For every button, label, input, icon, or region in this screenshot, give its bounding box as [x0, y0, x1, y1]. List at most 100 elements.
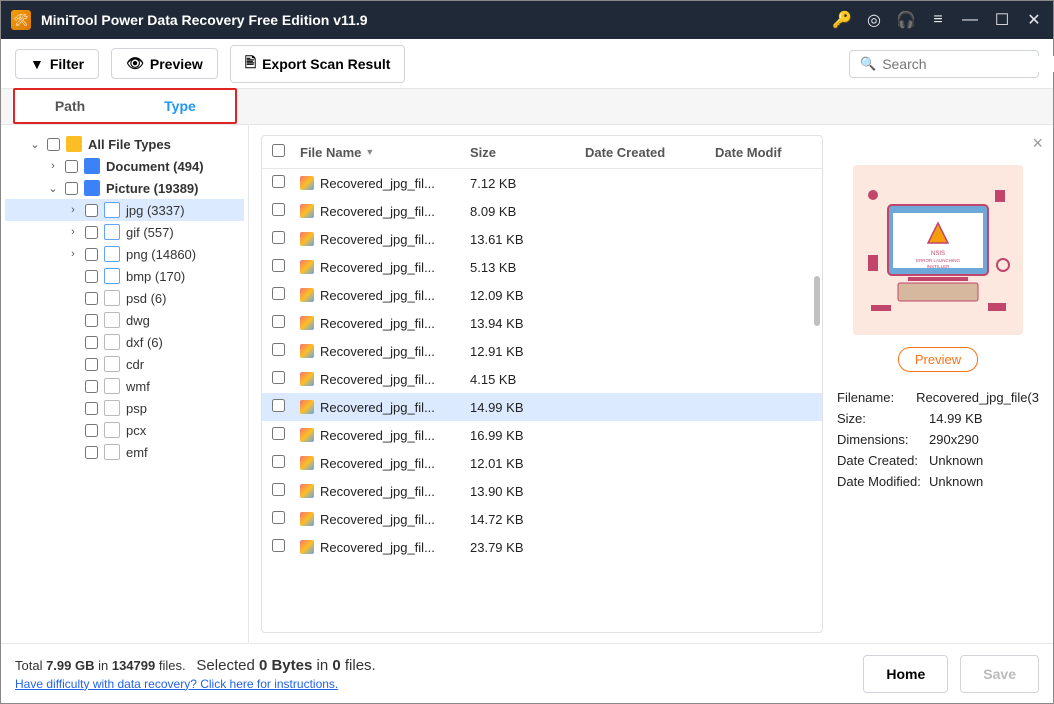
row-checkbox[interactable] — [272, 203, 285, 216]
row-checkbox[interactable] — [272, 539, 285, 552]
row-checkbox[interactable] — [272, 399, 285, 412]
file-row[interactable]: Recovered_jpg_fil...13.90 KB — [262, 477, 822, 505]
tree-checkbox[interactable] — [85, 336, 98, 349]
tree-gif[interactable]: › gif (557) — [5, 221, 244, 243]
tree-checkbox[interactable] — [85, 248, 98, 261]
row-checkbox[interactable] — [272, 483, 285, 496]
row-checkbox[interactable] — [272, 315, 285, 328]
search-input[interactable] — [882, 56, 1054, 72]
tree-checkbox[interactable] — [85, 204, 98, 217]
scrollbar-thumb[interactable] — [814, 276, 820, 326]
export-label: Export Scan Result — [262, 56, 390, 72]
tree-psp[interactable]: psp — [5, 397, 244, 419]
menu-icon[interactable]: ≡ — [929, 11, 947, 29]
chevron-right-icon[interactable]: › — [47, 160, 59, 172]
preview-open-button[interactable]: Preview — [898, 347, 978, 372]
jpg-icon — [300, 344, 314, 358]
meta-size: Size: 14.99 KB — [837, 411, 1039, 426]
tab-path[interactable]: Path — [15, 90, 125, 122]
row-checkbox[interactable] — [272, 343, 285, 356]
disc-icon[interactable]: ◎ — [865, 11, 883, 29]
file-row[interactable]: Recovered_jpg_fil...4.15 KB — [262, 365, 822, 393]
tree-dxf[interactable]: dxf (6) — [5, 331, 244, 353]
tree-checkbox[interactable] — [85, 402, 98, 415]
jpg-icon — [300, 204, 314, 218]
tree-checkbox[interactable] — [85, 446, 98, 459]
file-row[interactable]: Recovered_jpg_fil...12.09 KB — [262, 281, 822, 309]
tree-checkbox[interactable] — [85, 226, 98, 239]
file-row[interactable]: Recovered_jpg_fil...8.09 KB — [262, 197, 822, 225]
col-date-created[interactable]: Date Created — [585, 145, 715, 160]
tree-psd[interactable]: psd (6) — [5, 287, 244, 309]
chevron-right-icon[interactable]: › — [67, 226, 79, 238]
file-row[interactable]: Recovered_jpg_fil...14.72 KB — [262, 505, 822, 533]
status-text: Total 7.99 GB in 134799 files. Selected … — [15, 657, 376, 691]
close-button[interactable]: ✕ — [1025, 11, 1043, 29]
row-checkbox[interactable] — [272, 371, 285, 384]
select-all-checkbox[interactable] — [272, 144, 285, 157]
file-row[interactable]: Recovered_jpg_fil...5.13 KB — [262, 253, 822, 281]
file-row[interactable]: Recovered_jpg_fil...7.12 KB — [262, 169, 822, 197]
help-link[interactable]: Have difficulty with data recovery? Clic… — [15, 677, 338, 691]
chevron-down-icon[interactable]: ⌄ — [47, 182, 59, 195]
export-button[interactable]: 🖹 Export Scan Result — [230, 45, 406, 83]
tab-type[interactable]: Type — [125, 90, 235, 122]
file-icon — [104, 356, 120, 372]
save-button[interactable]: Save — [960, 655, 1039, 693]
row-checkbox[interactable] — [272, 511, 285, 524]
home-button[interactable]: Home — [863, 655, 948, 693]
tree-checkbox[interactable] — [47, 138, 60, 151]
minimize-button[interactable]: — — [961, 11, 979, 29]
col-name[interactable]: File Name▼ — [300, 145, 470, 160]
tree-checkbox[interactable] — [85, 270, 98, 283]
filter-button[interactable]: ▼ Filter — [15, 49, 99, 79]
file-row[interactable]: Recovered_jpg_fil...12.91 KB — [262, 337, 822, 365]
tree-checkbox[interactable] — [85, 292, 98, 305]
tree-root[interactable]: ⌄ All File Types — [5, 133, 244, 155]
file-row[interactable]: Recovered_jpg_fil...16.99 KB — [262, 421, 822, 449]
row-checkbox[interactable] — [272, 259, 285, 272]
file-row[interactable]: Recovered_jpg_fil...23.79 KB — [262, 533, 822, 561]
tree-jpg[interactable]: › jpg (3337) — [5, 199, 244, 221]
file-row[interactable]: Recovered_jpg_fil...14.99 KB — [262, 393, 822, 421]
tree-picture[interactable]: ⌄ Picture (19389) — [5, 177, 244, 199]
row-checkbox[interactable] — [272, 287, 285, 300]
tree-cdr[interactable]: cdr — [5, 353, 244, 375]
sidebar-tree[interactable]: ⌄ All File Types › Document (494) ⌄ Pict… — [1, 125, 249, 643]
filter-icon: ▼ — [30, 56, 44, 72]
col-date-modified[interactable]: Date Modif — [715, 145, 812, 160]
meta-date-created: Date Created: Unknown — [837, 453, 1039, 468]
tree-wmf[interactable]: wmf — [5, 375, 244, 397]
file-list-body[interactable]: Recovered_jpg_fil...7.12 KBRecovered_jpg… — [262, 169, 822, 561]
maximize-button[interactable]: ☐ — [993, 11, 1011, 29]
chevron-down-icon[interactable]: ⌄ — [29, 138, 41, 151]
tree-checkbox[interactable] — [65, 182, 78, 195]
tree-bmp[interactable]: bmp (170) — [5, 265, 244, 287]
chevron-right-icon[interactable]: › — [67, 248, 79, 260]
close-icon[interactable]: × — [1032, 133, 1043, 154]
tree-checkbox[interactable] — [85, 358, 98, 371]
tree-pcx[interactable]: pcx — [5, 419, 244, 441]
tree-emf[interactable]: emf — [5, 441, 244, 463]
row-checkbox[interactable] — [272, 455, 285, 468]
tree-png[interactable]: › png (14860) — [5, 243, 244, 265]
key-icon[interactable]: 🔑 — [833, 11, 851, 29]
tree-checkbox[interactable] — [85, 380, 98, 393]
row-checkbox[interactable] — [272, 427, 285, 440]
row-checkbox[interactable] — [272, 231, 285, 244]
tree-checkbox[interactable] — [65, 160, 78, 173]
col-size[interactable]: Size — [470, 145, 585, 160]
tree-label: pcx — [126, 423, 146, 438]
file-row[interactable]: Recovered_jpg_fil...13.94 KB — [262, 309, 822, 337]
preview-button[interactable]: 👁 Preview — [111, 48, 218, 79]
tree-document[interactable]: › Document (494) — [5, 155, 244, 177]
tree-checkbox[interactable] — [85, 314, 98, 327]
file-row[interactable]: Recovered_jpg_fil...13.61 KB — [262, 225, 822, 253]
file-row[interactable]: Recovered_jpg_fil...12.01 KB — [262, 449, 822, 477]
headphones-icon[interactable]: 🎧 — [897, 11, 915, 29]
row-checkbox[interactable] — [272, 175, 285, 188]
tree-dwg[interactable]: dwg — [5, 309, 244, 331]
search-box[interactable]: 🔍 — [849, 50, 1039, 78]
tree-checkbox[interactable] — [85, 424, 98, 437]
chevron-right-icon[interactable]: › — [67, 204, 79, 216]
